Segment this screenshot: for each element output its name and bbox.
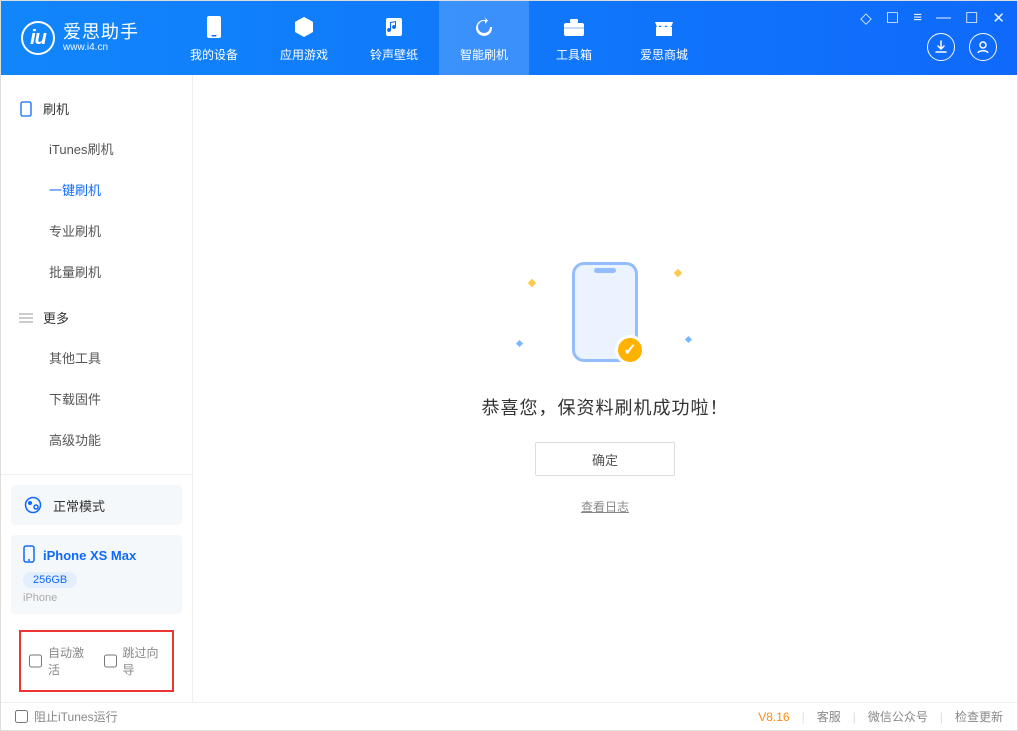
success-message: 恭喜您，保资料刷机成功啦！	[482, 394, 729, 420]
mode-icon	[23, 495, 43, 515]
refresh-icon	[471, 14, 497, 40]
block-itunes-label: 阻止iTunes运行	[34, 708, 118, 725]
check-badge-icon: ✓	[615, 335, 645, 365]
header-actions	[927, 33, 997, 61]
device-icon	[19, 102, 33, 116]
sidebar-group-flash: 刷机 iTunes刷机 一键刷机 专业刷机 批量刷机	[1, 89, 192, 298]
heading-label: 刷机	[43, 99, 69, 118]
user-icon[interactable]	[969, 33, 997, 61]
mode-card[interactable]: 正常模式	[11, 485, 182, 525]
auto-activate-label: 自动激活	[48, 644, 90, 678]
header: iu 爱思助手 www.i4.cn 我的设备 应用游戏 铃声壁纸	[1, 1, 1017, 75]
cube-icon	[291, 14, 317, 40]
phone-notch	[594, 268, 616, 273]
device-type: iPhone	[23, 592, 170, 604]
app-title: 爱思助手	[63, 23, 139, 43]
device-name: iPhone XS Max	[43, 548, 136, 563]
sidebar-item-pro-flash[interactable]: 专业刷机	[1, 210, 192, 251]
device-card[interactable]: iPhone XS Max 256GB iPhone	[11, 535, 182, 614]
sidebar-item-other-tools[interactable]: 其他工具	[1, 337, 192, 378]
block-itunes-checkbox[interactable]: 阻止iTunes运行	[15, 708, 118, 725]
heading-label: 更多	[43, 308, 69, 327]
logo-icon: iu	[21, 21, 55, 55]
sidebar-heading-flash: 刷机	[1, 89, 192, 128]
close-icon[interactable]: ✕	[992, 9, 1005, 27]
music-note-icon	[381, 14, 407, 40]
download-manager-icon[interactable]	[927, 33, 955, 61]
version-label: V8.16	[758, 710, 789, 724]
success-illustration: ✓	[535, 262, 675, 372]
sidebar-item-oneclick-flash[interactable]: 一键刷机	[1, 169, 192, 210]
phone-icon	[23, 545, 35, 566]
separator: |	[802, 710, 805, 724]
tab-my-device[interactable]: 我的设备	[169, 1, 259, 75]
highlighted-options: 自动激活 跳过向导	[19, 630, 174, 692]
window-controls: ◇ ☐ ≡ — ☐ ✕	[860, 9, 1005, 27]
top-tabs: 我的设备 应用游戏 铃声壁纸 智能刷机 工具箱	[169, 1, 709, 75]
shirt-icon[interactable]: ◇	[860, 9, 872, 27]
tab-label: 应用游戏	[280, 46, 328, 63]
sidebar-group-more: 更多 其他工具 下载固件 高级功能	[1, 298, 192, 466]
tab-smart-flash[interactable]: 智能刷机	[439, 1, 529, 75]
tab-label: 爱思商城	[640, 46, 688, 63]
tab-ringtones-wallpapers[interactable]: 铃声壁纸	[349, 1, 439, 75]
check-update-link[interactable]: 检查更新	[955, 708, 1003, 725]
skip-wizard-checkbox[interactable]: 跳过向导	[104, 644, 165, 678]
store-icon	[651, 14, 677, 40]
device-capacity: 256GB	[23, 572, 77, 588]
separator: |	[853, 710, 856, 724]
view-log-link[interactable]: 查看日志	[581, 498, 629, 515]
phone-icon	[201, 14, 227, 40]
mode-label: 正常模式	[53, 496, 105, 515]
auto-activate-input[interactable]	[29, 654, 42, 668]
spark-icon	[516, 340, 523, 347]
status-right: V8.16 | 客服 | 微信公众号 | 检查更新	[758, 708, 1003, 725]
block-itunes-input[interactable]	[15, 710, 28, 723]
spark-icon	[528, 279, 536, 287]
wechat-link[interactable]: 微信公众号	[868, 708, 928, 725]
sidebar-item-download-firmware[interactable]: 下载固件	[1, 378, 192, 419]
app-subtitle: www.i4.cn	[63, 42, 139, 53]
customer-service-link[interactable]: 客服	[817, 708, 841, 725]
toolbox-icon	[561, 14, 587, 40]
tab-label: 工具箱	[556, 46, 592, 63]
body: 刷机 iTunes刷机 一键刷机 专业刷机 批量刷机 更多 其他工具 下载固件 …	[1, 75, 1017, 702]
sidebar-item-advanced[interactable]: 高级功能	[1, 419, 192, 460]
status-bar: 阻止iTunes运行 V8.16 | 客服 | 微信公众号 | 检查更新	[1, 702, 1017, 730]
tab-label: 智能刷机	[460, 46, 508, 63]
ok-button[interactable]: 确定	[535, 442, 675, 476]
tab-apps-games[interactable]: 应用游戏	[259, 1, 349, 75]
sidebar-item-itunes-flash[interactable]: iTunes刷机	[1, 128, 192, 169]
list-icon	[19, 311, 33, 325]
sidebar-item-batch-flash[interactable]: 批量刷机	[1, 251, 192, 292]
minimize-icon[interactable]: —	[936, 9, 951, 27]
feedback-icon[interactable]: ☐	[886, 9, 899, 27]
separator: |	[940, 710, 943, 724]
skip-wizard-label: 跳过向导	[123, 644, 165, 678]
spark-icon	[674, 269, 682, 277]
auto-activate-checkbox[interactable]: 自动激活	[29, 644, 90, 678]
sidebar-heading-more: 更多	[1, 298, 192, 337]
tab-label: 铃声壁纸	[370, 46, 418, 63]
tab-toolbox[interactable]: 工具箱	[529, 1, 619, 75]
main-content: ✓ 恭喜您，保资料刷机成功啦！ 确定 查看日志	[193, 75, 1017, 702]
sidebar-footer: 正常模式 iPhone XS Max 256GB iPhone 自动激活	[1, 474, 192, 702]
logo-area[interactable]: iu 爱思助手 www.i4.cn	[1, 21, 157, 55]
tab-label: 我的设备	[190, 46, 238, 63]
spark-icon	[685, 336, 692, 343]
phone-frame-icon: ✓	[572, 262, 638, 362]
menu-icon[interactable]: ≡	[913, 9, 922, 27]
sidebar: 刷机 iTunes刷机 一键刷机 专业刷机 批量刷机 更多 其他工具 下载固件 …	[1, 75, 193, 702]
skip-wizard-input[interactable]	[104, 654, 117, 668]
maximize-icon[interactable]: ☐	[965, 9, 978, 27]
tab-store[interactable]: 爱思商城	[619, 1, 709, 75]
